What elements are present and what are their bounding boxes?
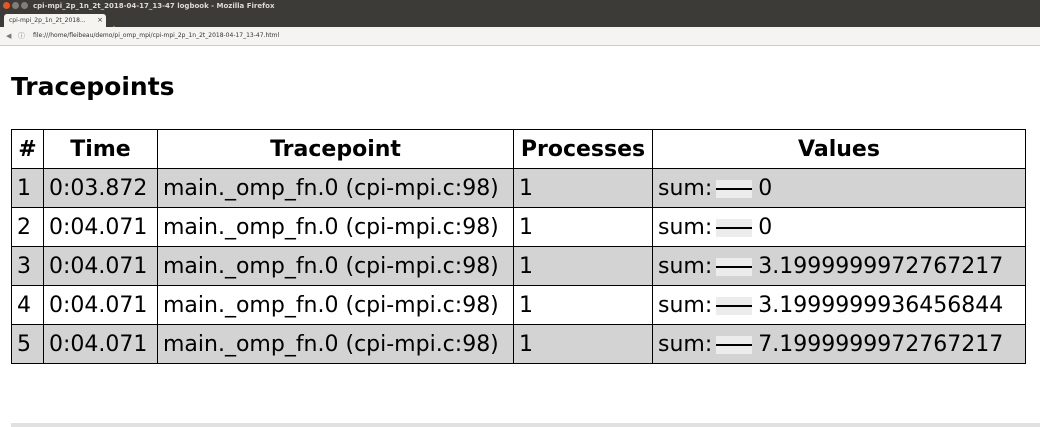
window-close-button[interactable] (3, 2, 10, 9)
row-time: 0:04.071 (43, 207, 158, 247)
row-time: 0:04.071 (43, 285, 158, 325)
window-title: cpi-mpi_2p_1n_2t_2018-04-17_13-47 logboo… (33, 2, 275, 10)
tracepoints-table: # Time Tracepoint Processes Values 1 0:0… (11, 129, 1026, 364)
column-header-number: # (11, 129, 44, 169)
row-number: 1 (11, 168, 44, 208)
row-values: sum: 3.1999999972767217 (652, 246, 1026, 286)
sparkline-icon (716, 218, 753, 237)
window-titlebar: cpi-mpi_2p_1n_2t_2018-04-17_13-47 logboo… (0, 0, 1040, 12)
value-label: sum: (658, 292, 713, 318)
tab-strip: cpi-mpi_2p_1n_2t_2018... × + (0, 12, 1040, 35)
value-label: sum: (658, 175, 713, 201)
value-number: 7.1999999972767217 (758, 331, 1004, 357)
table-row: 5 0:04.071 main._omp_fn.0 (cpi-mpi.c:98)… (11, 324, 1026, 364)
row-number: 4 (11, 285, 44, 325)
browser-tab[interactable]: cpi-mpi_2p_1n_2t_2018... × (4, 14, 106, 27)
column-header-tracepoint: Tracepoint (157, 129, 514, 169)
sparkline-icon (716, 179, 753, 198)
window-minimize-button[interactable] (12, 2, 19, 9)
row-processes: 1 (513, 324, 653, 364)
row-processes: 1 (513, 246, 653, 286)
value-number: 3.1999999972767217 (758, 253, 1004, 279)
row-values: sum: 0 (652, 207, 1026, 247)
value-number: 0 (758, 214, 773, 240)
row-number: 5 (11, 324, 44, 364)
back-arrow-icon[interactable]: ◀ (6, 30, 11, 42)
value-label: sum: (658, 253, 713, 279)
row-time: 0:04.071 (43, 246, 158, 286)
navigation-bar: ◀ ⓘ file:///home/fleibeau/demo/pi_omp_mp… (0, 27, 1040, 46)
tab-label: cpi-mpi_2p_1n_2t_2018... (9, 17, 86, 24)
row-tracepoint: main._omp_fn.0 (cpi-mpi.c:98) (157, 168, 514, 208)
value-number: 3.1999999936456844 (758, 292, 1004, 318)
row-number: 2 (11, 207, 44, 247)
section-divider (11, 423, 1040, 427)
table-row: 1 0:03.872 main._omp_fn.0 (cpi-mpi.c:98)… (11, 168, 1026, 208)
table-row: 4 0:04.071 main._omp_fn.0 (cpi-mpi.c:98)… (11, 285, 1026, 325)
column-header-processes: Processes (513, 129, 653, 169)
row-processes: 1 (513, 285, 653, 325)
column-header-time: Time (43, 129, 158, 169)
sparkline-icon (716, 257, 753, 276)
table-header-row: # Time Tracepoint Processes Values (11, 129, 1026, 169)
value-number: 0 (758, 175, 773, 201)
row-values: sum: 0 (652, 168, 1026, 208)
sparkline-icon (716, 335, 753, 354)
row-processes: 1 (513, 207, 653, 247)
row-tracepoint: main._omp_fn.0 (cpi-mpi.c:98) (157, 246, 514, 286)
row-processes: 1 (513, 168, 653, 208)
tab-close-icon[interactable]: × (97, 14, 103, 27)
url-bar[interactable]: file:///home/fleibeau/demo/pi_omp_mpi/cp… (33, 30, 279, 42)
sparkline-icon (716, 296, 753, 315)
row-values: sum: 7.1999999972767217 (652, 324, 1026, 364)
info-icon[interactable]: ⓘ (18, 30, 25, 42)
row-tracepoint: main._omp_fn.0 (cpi-mpi.c:98) (157, 207, 514, 247)
row-tracepoint: main._omp_fn.0 (cpi-mpi.c:98) (157, 285, 514, 325)
value-label: sum: (658, 331, 713, 357)
column-header-values: Values (652, 129, 1026, 169)
row-time: 0:03.872 (43, 168, 158, 208)
row-time: 0:04.071 (43, 324, 158, 364)
window-maximize-button[interactable] (21, 2, 28, 9)
table-row: 3 0:04.071 main._omp_fn.0 (cpi-mpi.c:98)… (11, 246, 1026, 286)
row-tracepoint: main._omp_fn.0 (cpi-mpi.c:98) (157, 324, 514, 364)
table-row: 2 0:04.071 main._omp_fn.0 (cpi-mpi.c:98)… (11, 207, 1026, 247)
row-values: sum: 3.1999999936456844 (652, 285, 1026, 325)
row-number: 3 (11, 246, 44, 286)
value-label: sum: (658, 214, 713, 240)
page-title: Tracepoints (11, 72, 175, 101)
